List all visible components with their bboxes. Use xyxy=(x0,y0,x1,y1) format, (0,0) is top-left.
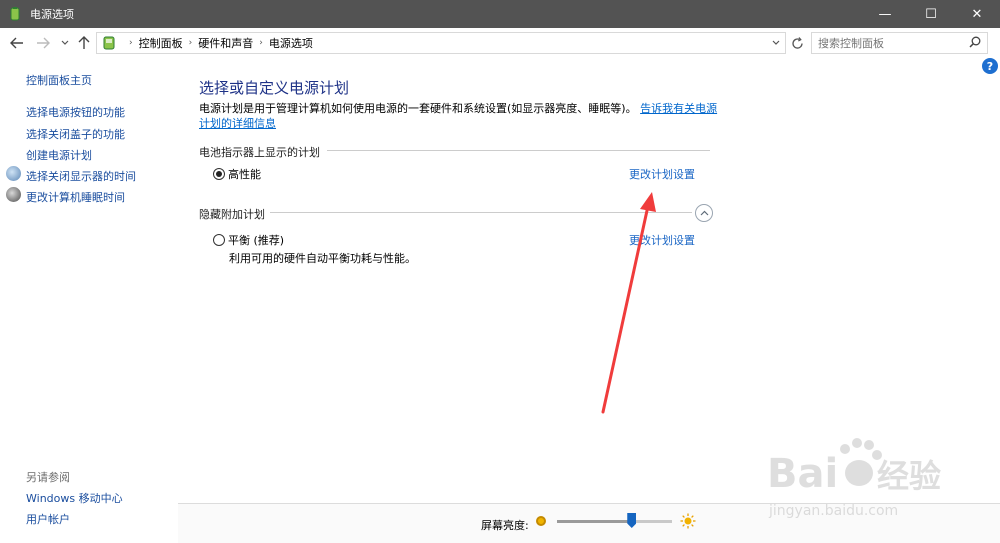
address-dropdown-icon[interactable] xyxy=(771,36,781,50)
forward-button[interactable] xyxy=(32,33,54,53)
svg-text:经验: 经验 xyxy=(877,457,941,495)
chevron-up-icon xyxy=(700,210,708,216)
divider xyxy=(327,150,710,151)
breadcrumb-separator-icon[interactable]: › xyxy=(189,38,193,48)
plan-name[interactable]: 平衡 (推荐) xyxy=(228,232,284,248)
section-shown-plans: 电池指示器上显示的计划 xyxy=(199,146,320,159)
up-button[interactable] xyxy=(74,33,94,53)
search-box[interactable] xyxy=(811,32,988,54)
moon-icon xyxy=(6,187,21,202)
back-arrow-icon xyxy=(10,37,23,49)
radio-dot xyxy=(216,171,222,177)
breadcrumb-separator-icon[interactable]: › xyxy=(259,38,263,48)
search-icon[interactable] xyxy=(969,36,981,48)
back-button[interactable] xyxy=(6,33,28,53)
page-title: 选择或自定义电源计划 xyxy=(199,79,350,97)
brightness-fill xyxy=(557,520,632,523)
breadcrumb-separator-icon: › xyxy=(129,38,133,48)
description-text: 电源计划是用于管理计算机如何使用电源的一套硬件和系统设置(如显示器亮度、睡眠等)… xyxy=(199,102,637,115)
brightness-slider[interactable] xyxy=(557,520,672,523)
maximize-button[interactable]: ☐ xyxy=(908,0,954,28)
change-plan-settings-link[interactable]: 更改计划设置 xyxy=(629,166,695,182)
plan-name[interactable]: 高性能 xyxy=(228,166,261,182)
recent-locations-button[interactable] xyxy=(58,33,72,53)
sidebar-item-sleep-time[interactable]: 更改计算机睡眠时间 xyxy=(26,189,125,205)
title-bar: 电源选项 — ☐ ✕ xyxy=(0,0,1000,28)
baidu-watermark-logo: Bai 经验 jingyan.baidu.com xyxy=(767,438,941,519)
breadcrumb-control-panel[interactable]: 控制面板 xyxy=(139,35,183,51)
breadcrumb-hardware-sound[interactable]: 硬件和声音 xyxy=(198,35,253,51)
chevron-down-icon xyxy=(61,40,69,45)
refresh-button[interactable] xyxy=(788,32,806,54)
sidebar-item-user-accounts[interactable]: 用户帐户 xyxy=(26,511,70,527)
sidebar-item-mobility-center[interactable]: Windows 移动中心 xyxy=(26,490,123,506)
forward-arrow-icon xyxy=(37,37,50,49)
minimize-button[interactable]: — xyxy=(862,0,908,28)
divider xyxy=(270,212,692,213)
collapse-section-button[interactable] xyxy=(695,204,713,222)
plan-high-performance[interactable]: 高性能 xyxy=(213,166,261,182)
search-input[interactable] xyxy=(818,36,968,50)
svg-text:Bai: Bai xyxy=(767,451,838,497)
refresh-icon xyxy=(791,36,803,49)
close-button[interactable]: ✕ xyxy=(954,0,1000,28)
sidebar-item-create-plan[interactable]: 创建电源计划 xyxy=(26,147,92,163)
plan-description: 利用可用的硬件自动平衡功耗与性能。 xyxy=(229,252,416,265)
see-also-heading: 另请参阅 xyxy=(26,471,70,484)
window-title: 电源选项 xyxy=(30,8,74,21)
brightness-label: 屏幕亮度: xyxy=(481,519,529,532)
sidebar-item-lid-close[interactable]: 选择关闭盖子的功能 xyxy=(26,126,125,142)
brightness-slider-thumb[interactable] xyxy=(627,513,637,528)
control-panel-icon xyxy=(103,36,115,50)
sidebar-item-control-panel-home[interactable]: 控制面板主页 xyxy=(26,72,92,88)
plan-balanced[interactable]: 平衡 (推荐) xyxy=(213,232,284,248)
up-arrow-icon xyxy=(78,36,90,49)
power-options-icon xyxy=(10,7,20,21)
dim-sun-icon xyxy=(536,516,546,526)
monitor-icon xyxy=(6,166,21,181)
svg-text:jingyan.baidu.com: jingyan.baidu.com xyxy=(768,503,898,519)
plan-radio-selected[interactable] xyxy=(213,168,225,180)
page-description: 电源计划是用于管理计算机如何使用电源的一套硬件和系统设置(如显示器亮度、睡眠等)… xyxy=(199,101,719,131)
breadcrumb-power-options[interactable]: 电源选项 xyxy=(269,35,313,51)
sidebar-item-display-off[interactable]: 选择关闭显示器的时间 xyxy=(26,168,136,184)
section-hidden-plans[interactable]: 隐藏附加计划 xyxy=(199,206,265,222)
plan-radio[interactable] xyxy=(213,234,225,246)
address-row: › 控制面板 › 硬件和声音 › 电源选项 xyxy=(0,28,1000,58)
address-bar[interactable]: › 控制面板 › 硬件和声音 › 电源选项 xyxy=(96,32,786,54)
sidebar-item-power-button[interactable]: 选择电源按钮的功能 xyxy=(26,104,125,120)
change-plan-settings-link[interactable]: 更改计划设置 xyxy=(629,232,695,248)
sidebar: 控制面板主页 选择电源按钮的功能 选择关闭盖子的功能 创建电源计划 选择关闭显示… xyxy=(0,58,178,543)
bright-sun-icon xyxy=(680,513,696,529)
